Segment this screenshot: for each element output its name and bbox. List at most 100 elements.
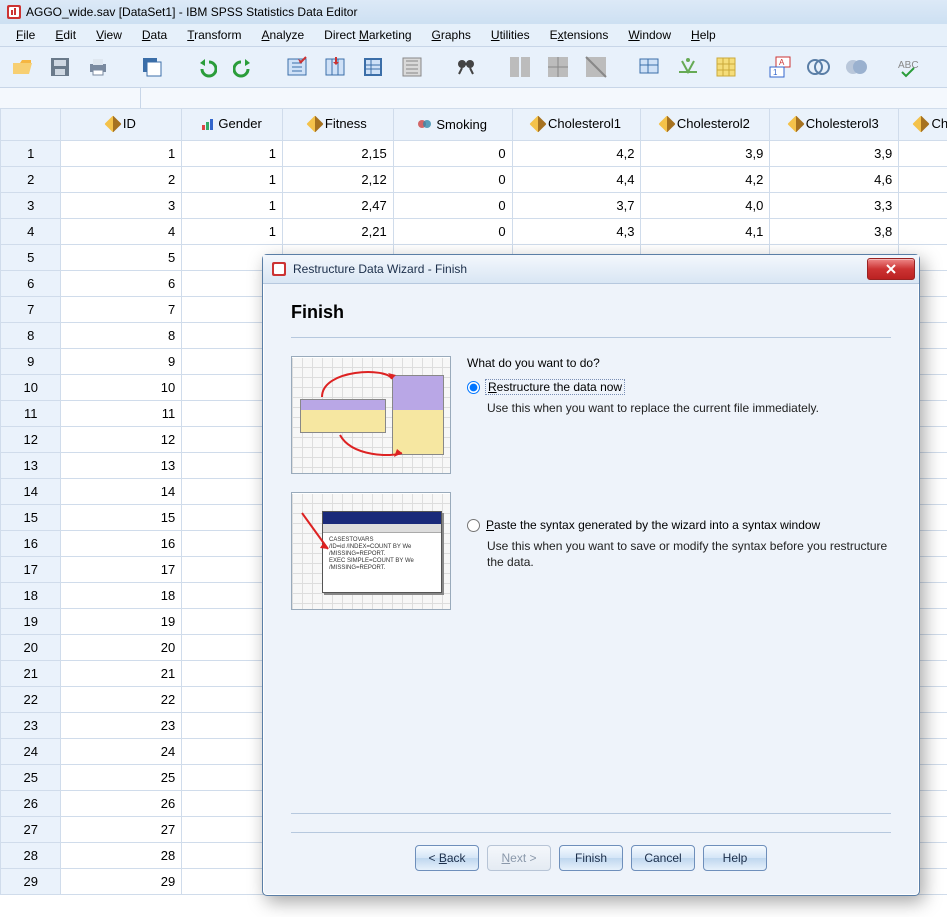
grid-cell[interactable]: 0 <box>393 167 512 193</box>
grid-cell[interactable]: 1 <box>182 219 283 245</box>
row-header[interactable]: 15 <box>1 505 61 531</box>
grid-cell[interactable]: 21 <box>61 661 182 687</box>
grid-cell[interactable]: 25 <box>61 765 182 791</box>
save-icon[interactable] <box>44 51 76 83</box>
grid-cell[interactable]: 0 <box>393 141 512 167</box>
undo-icon[interactable] <box>190 51 222 83</box>
menu-extensions[interactable]: Extensions <box>540 26 619 44</box>
grid-cell[interactable]: 18 <box>61 583 182 609</box>
goto-variable-icon[interactable] <box>320 51 352 83</box>
col-header-chol4[interactable]: Choleste <box>899 109 947 141</box>
grid-cell[interactable]: 6 <box>61 271 182 297</box>
row-header[interactable]: 27 <box>1 817 61 843</box>
grid-cell[interactable]: 17 <box>61 557 182 583</box>
grid-cell[interactable]: 3,7 <box>512 193 641 219</box>
help-button[interactable]: Help <box>703 845 767 871</box>
grid-cell[interactable]: 0 <box>393 219 512 245</box>
row-header[interactable]: 19 <box>1 609 61 635</box>
grid-cell[interactable]: 1 <box>61 141 182 167</box>
grid-cell[interactable]: 4,3 <box>512 219 641 245</box>
grid-cell[interactable] <box>899 193 947 219</box>
grid-cell[interactable]: 20 <box>61 635 182 661</box>
row-header[interactable]: 26 <box>1 791 61 817</box>
row-header[interactable]: 29 <box>1 869 61 895</box>
col-header-chol3[interactable]: Cholesterol3 <box>770 109 899 141</box>
row-header[interactable]: 18 <box>1 583 61 609</box>
row-header[interactable]: 4 <box>1 219 61 245</box>
grid-cell[interactable]: 8 <box>61 323 182 349</box>
row-header[interactable]: 24 <box>1 739 61 765</box>
col-header-chol1[interactable]: Cholesterol1 <box>512 109 641 141</box>
grid-cell[interactable]: 28 <box>61 843 182 869</box>
goto-case-icon[interactable] <box>282 51 314 83</box>
grid-cell[interactable]: 5 <box>61 245 182 271</box>
grid-cell[interactable]: 4,6 <box>770 167 899 193</box>
menu-view[interactable]: View <box>86 26 132 44</box>
menu-edit[interactable]: Edit <box>45 26 86 44</box>
split-file-icon[interactable] <box>504 51 536 83</box>
row-header[interactable]: 8 <box>1 323 61 349</box>
cancel-button[interactable]: Cancel <box>631 845 695 871</box>
grid-cell[interactable]: 10 <box>61 375 182 401</box>
grid-cell[interactable]: 29 <box>61 869 182 895</box>
grid-cell[interactable]: 2,47 <box>282 193 393 219</box>
grid-cell[interactable]: 15 <box>61 505 182 531</box>
grid-cell[interactable]: 2,21 <box>282 219 393 245</box>
menu-file[interactable]: File <box>6 26 45 44</box>
redo-icon[interactable] <box>228 51 260 83</box>
row-header[interactable]: 5 <box>1 245 61 271</box>
grid-cell[interactable]: 2,15 <box>282 141 393 167</box>
close-button[interactable] <box>867 258 915 280</box>
menu-direct-marketing[interactable]: Direct Marketing <box>314 26 421 44</box>
menu-analyze[interactable]: Analyze <box>251 26 314 44</box>
grid-cell[interactable] <box>899 167 947 193</box>
chart-builder-icon[interactable] <box>802 51 834 83</box>
grid-cell[interactable]: 3 <box>61 193 182 219</box>
grid-cell[interactable]: 12 <box>61 427 182 453</box>
grid-cell[interactable] <box>899 141 947 167</box>
row-header[interactable]: 11 <box>1 401 61 427</box>
radio-paste-syntax[interactable] <box>467 519 480 532</box>
run-descriptives-icon[interactable] <box>396 51 428 83</box>
row-header[interactable]: 13 <box>1 453 61 479</box>
grid-cell[interactable]: 23 <box>61 713 182 739</box>
col-header-fitness[interactable]: Fitness <box>282 109 393 141</box>
grid-cell[interactable]: 19 <box>61 609 182 635</box>
chart-builder2-icon[interactable] <box>840 51 872 83</box>
row-header[interactable]: 25 <box>1 765 61 791</box>
row-header[interactable]: 16 <box>1 531 61 557</box>
dialog-titlebar[interactable]: Restructure Data Wizard - Finish <box>263 255 919 284</box>
grid-cell[interactable]: 4,0 <box>641 193 770 219</box>
grid-cell[interactable]: 4,1 <box>641 219 770 245</box>
grid-cell[interactable]: 2,12 <box>282 167 393 193</box>
col-header-id[interactable]: ID <box>61 109 182 141</box>
grid-cell[interactable]: 3,8 <box>770 219 899 245</box>
grid-cell[interactable]: 7 <box>61 297 182 323</box>
row-header[interactable]: 21 <box>1 661 61 687</box>
row-header[interactable]: 2 <box>1 167 61 193</box>
row-header[interactable]: 9 <box>1 349 61 375</box>
row-header[interactable]: 10 <box>1 375 61 401</box>
row-header[interactable]: 7 <box>1 297 61 323</box>
grid-cell[interactable]: 3,3 <box>770 193 899 219</box>
open-icon[interactable] <box>6 51 38 83</box>
print-icon[interactable] <box>82 51 114 83</box>
value-labels-icon[interactable] <box>634 51 666 83</box>
finish-button[interactable]: Finish <box>559 845 623 871</box>
row-header[interactable]: 3 <box>1 193 61 219</box>
row-header[interactable]: 1 <box>1 141 61 167</box>
grid-cell[interactable]: 1 <box>182 167 283 193</box>
menu-window[interactable]: Window <box>618 26 681 44</box>
show-variables-icon[interactable]: A1 <box>764 51 796 83</box>
grid-cell[interactable]: 16 <box>61 531 182 557</box>
grid-cell[interactable]: 22 <box>61 687 182 713</box>
recall-dialog-icon[interactable] <box>136 51 168 83</box>
grid-cell[interactable]: 4,2 <box>512 141 641 167</box>
grid-cell[interactable]: 3,9 <box>770 141 899 167</box>
grid-cell[interactable]: 27 <box>61 817 182 843</box>
menu-transform[interactable]: Transform <box>177 26 251 44</box>
select-cases-icon[interactable] <box>580 51 612 83</box>
grid-cell[interactable]: 9 <box>61 349 182 375</box>
grid-cell[interactable] <box>899 219 947 245</box>
spellcheck-icon[interactable]: ABC <box>894 51 926 83</box>
